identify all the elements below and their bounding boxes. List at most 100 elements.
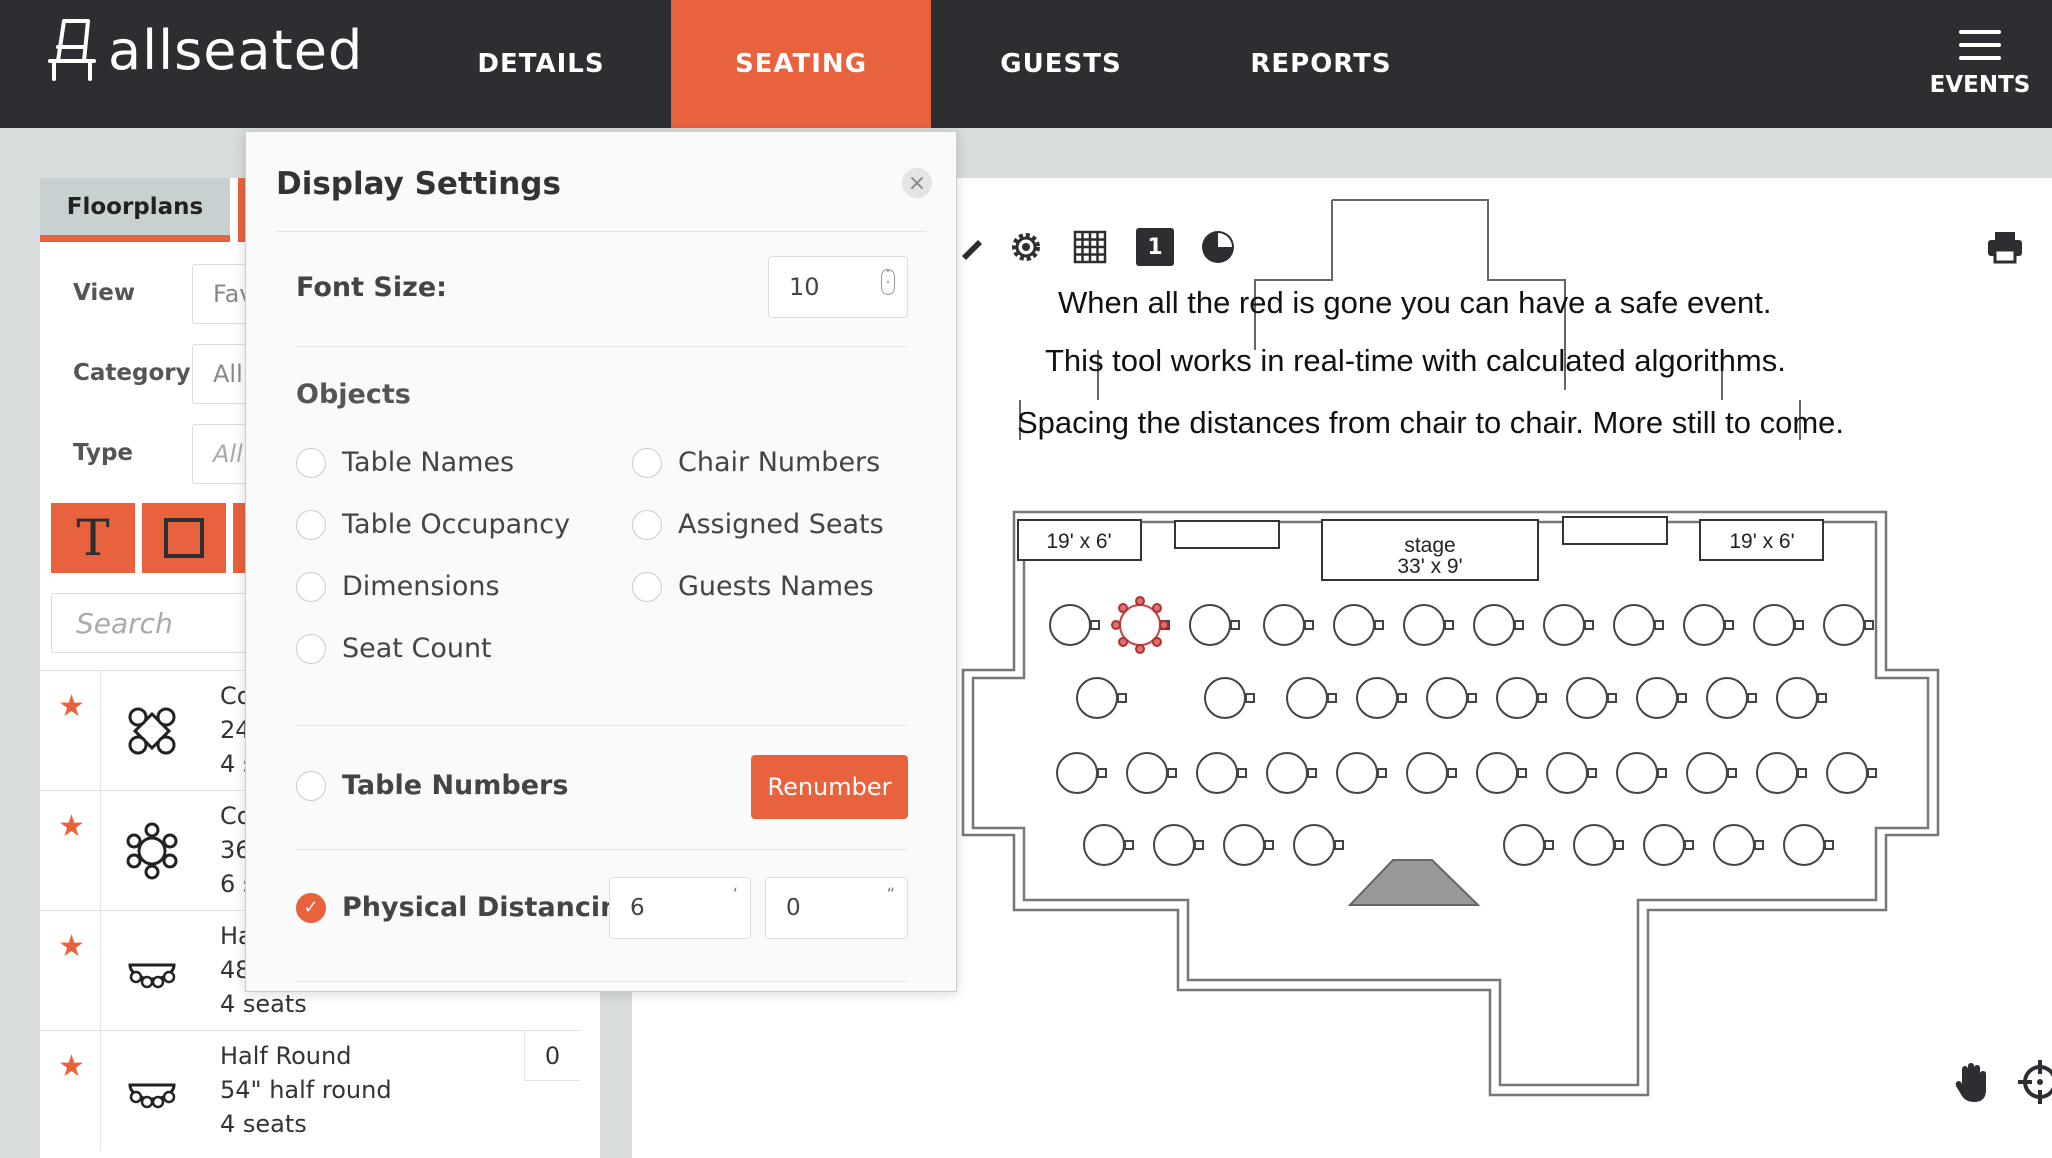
conflict-chair <box>1159 620 1169 630</box>
option-dimensions[interactable]: Dimensions <box>296 571 500 602</box>
floorplan-table[interactable] <box>1293 824 1335 866</box>
canvas-note-2[interactable]: This tool works in real-time with calcul… <box>1045 343 1786 379</box>
floorplan-table[interactable] <box>1546 752 1588 794</box>
floorplan-table[interactable] <box>1826 752 1868 794</box>
floorplan-table[interactable] <box>1823 604 1865 646</box>
favorite-star-icon[interactable]: ★ <box>58 929 85 964</box>
floorplan-table[interactable] <box>1776 677 1818 719</box>
close-icon[interactable]: × <box>902 168 932 198</box>
distance-inches-input[interactable]: 0 “ <box>765 877 908 939</box>
physical-distancing-label: Physical Distancing <box>342 892 639 923</box>
floorplan-table[interactable] <box>1706 677 1748 719</box>
option-guests-names[interactable]: Guests Names <box>632 571 874 602</box>
floorplan-table[interactable] <box>1503 824 1545 866</box>
floorplan-chair <box>1377 768 1387 778</box>
floorplan-table[interactable] <box>1476 752 1518 794</box>
nav-guests[interactable]: GUESTS <box>956 0 1166 128</box>
floorplan-chair <box>1097 768 1107 778</box>
print-icon[interactable] <box>1986 228 2024 266</box>
floorplan-table[interactable] <box>1756 752 1798 794</box>
floorplan-table[interactable] <box>1126 752 1168 794</box>
favorite-star-icon[interactable]: ★ <box>58 1049 85 1084</box>
floorplan-table[interactable] <box>1056 752 1098 794</box>
assigned-seats-label: Assigned Seats <box>678 509 884 540</box>
option-table-occupancy[interactable]: Table Occupancy <box>296 509 570 540</box>
floorplan-table[interactable] <box>1573 824 1615 866</box>
nav-details[interactable]: DETAILS <box>436 0 646 128</box>
item-count-field[interactable]: 0 <box>524 1031 580 1081</box>
tab-floorplans[interactable]: Floorplans <box>40 178 230 242</box>
floorplan-table[interactable] <box>1083 824 1125 866</box>
floorplan-table[interactable] <box>1189 604 1231 646</box>
floorplan-table[interactable] <box>1613 604 1655 646</box>
option-table-names[interactable]: Table Names <box>296 447 514 478</box>
chair-logo-icon <box>48 19 96 81</box>
view-label: View <box>73 280 136 306</box>
category-value: All <box>213 360 243 388</box>
floorplan-table[interactable] <box>1783 824 1825 866</box>
floorplan-table[interactable] <box>1643 824 1685 866</box>
table-names-radio[interactable] <box>296 447 326 478</box>
nav-seating[interactable]: SEATING <box>671 0 931 128</box>
stepper-icon[interactable]: ˄ ˅ <box>881 269 895 295</box>
floorplan-table[interactable] <box>1473 604 1515 646</box>
floorplan-table[interactable] <box>1204 677 1246 719</box>
events-menu-button[interactable]: EVENTS <box>1920 0 2040 128</box>
floorplan-table[interactable] <box>1636 677 1678 719</box>
favorite-star-icon[interactable]: ★ <box>58 689 85 724</box>
floorplan-table[interactable] <box>1406 752 1448 794</box>
floorplan-table[interactable] <box>1686 752 1728 794</box>
floorplan-table[interactable] <box>1076 677 1118 719</box>
floorplan-drawing[interactable]: 19' x 6' stage 33' x 9' 19' x 6' <box>955 195 1955 1115</box>
favorite-star-icon[interactable]: ★ <box>58 809 85 844</box>
floorplan-table[interactable] <box>1266 752 1308 794</box>
allseated-logo[interactable]: allseated <box>44 14 363 86</box>
modal-title: Display Settings <box>276 166 561 202</box>
canvas-note-3[interactable]: Spacing the distances from chair to chai… <box>1017 405 1844 441</box>
crosshair-icon[interactable] <box>2018 1060 2052 1104</box>
floorplan-table[interactable] <box>1333 604 1375 646</box>
seat-count-radio[interactable] <box>296 633 326 664</box>
renumber-button[interactable]: Renumber <box>751 755 908 819</box>
option-assigned-seats[interactable]: Assigned Seats <box>632 509 884 540</box>
floorplan-table[interactable] <box>1049 604 1091 646</box>
floorplan-table[interactable] <box>1223 824 1265 866</box>
assigned-seats-radio[interactable] <box>632 509 662 540</box>
font-size-input[interactable]: 10 ˄ ˅ <box>768 256 908 318</box>
floorplan-table[interactable] <box>1543 604 1585 646</box>
right-riser-label: 19' x 6' <box>1729 530 1794 553</box>
distance-feet-input[interactable]: 6 ‘ <box>609 877 751 939</box>
floorplan-table[interactable] <box>1196 752 1238 794</box>
floorplan-table[interactable] <box>1683 604 1725 646</box>
dimensions-radio[interactable] <box>296 571 326 602</box>
floorplan-table[interactable] <box>1496 677 1538 719</box>
floorplan-table[interactable] <box>1566 677 1608 719</box>
text-tool-button[interactable]: T <box>51 503 135 573</box>
floorplan-chair <box>1304 620 1314 630</box>
pan-hand-icon[interactable] <box>1952 1060 1992 1104</box>
floorplan-table[interactable] <box>1616 752 1658 794</box>
guests-names-radio[interactable] <box>632 571 662 602</box>
option-seat-count[interactable]: Seat Count <box>296 633 492 664</box>
search-placeholder: Search <box>76 606 173 640</box>
physical-distancing-checkbox[interactable]: ✓ <box>296 892 326 923</box>
table-numbers-radio[interactable] <box>296 770 326 801</box>
floorplan-table[interactable] <box>1336 752 1378 794</box>
rectangle-tool-button[interactable] <box>142 503 226 573</box>
floorplan-table[interactable] <box>1713 824 1755 866</box>
chair-numbers-radio[interactable] <box>632 447 662 478</box>
option-physical-distancing[interactable]: ✓ Physical Distancing <box>296 892 639 923</box>
list-item[interactable]: ★ Half Round 54" half round 4 seats 0 <box>40 1030 580 1151</box>
floorplan-table[interactable] <box>1153 824 1195 866</box>
floorplan-table[interactable] <box>1753 604 1795 646</box>
floorplan-table[interactable] <box>1286 677 1328 719</box>
table-occupancy-radio[interactable] <box>296 509 326 540</box>
floorplan-table[interactable] <box>1356 677 1398 719</box>
option-table-numbers[interactable]: Table Numbers <box>296 770 568 801</box>
floorplan-table[interactable] <box>1403 604 1445 646</box>
nav-reports[interactable]: REPORTS <box>1216 0 1426 128</box>
canvas-note-1[interactable]: When all the red is gone you can have a … <box>1058 285 1771 321</box>
floorplan-table[interactable] <box>1263 604 1305 646</box>
option-chair-numbers[interactable]: Chair Numbers <box>632 447 880 478</box>
floorplan-table[interactable] <box>1426 677 1468 719</box>
